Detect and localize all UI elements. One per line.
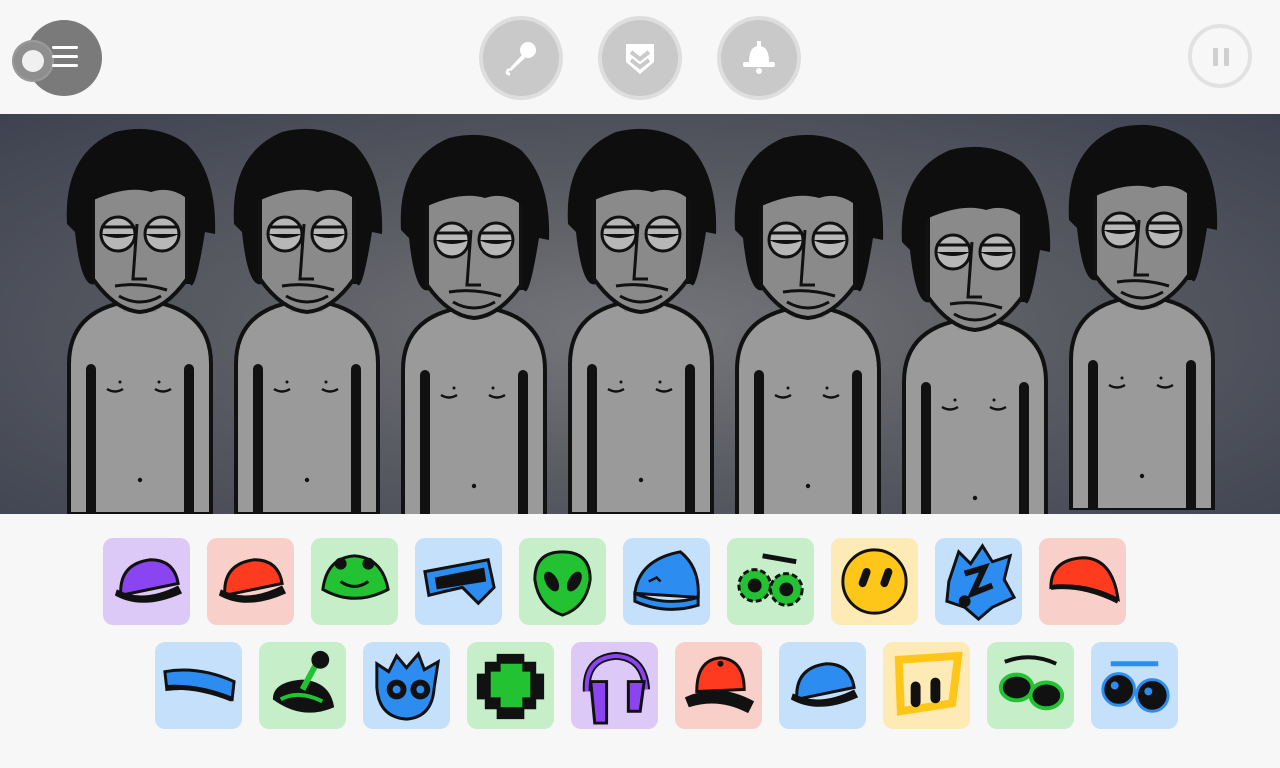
pause-button[interactable]	[1188, 24, 1252, 88]
character-4[interactable]	[556, 114, 726, 514]
stage	[0, 114, 1280, 514]
menu-icon	[52, 46, 78, 68]
row2-tile-4[interactable]	[467, 642, 554, 729]
row1-tile-7[interactable]	[727, 538, 814, 625]
pixel-mask-icon	[476, 653, 545, 720]
row2-tile-10[interactable]	[1091, 642, 1178, 729]
row1-tile-9[interactable]	[935, 538, 1022, 625]
headband-icon	[163, 668, 236, 702]
row1-tile-6[interactable]	[623, 538, 710, 625]
bell-button[interactable]	[721, 20, 797, 96]
row2-tile-1[interactable]	[155, 642, 242, 729]
frog-hat-icon	[321, 554, 390, 600]
row1-tile-5[interactable]	[519, 538, 606, 625]
shield-chevron-icon	[626, 44, 654, 74]
bucket-hat-icon	[684, 656, 755, 714]
row1-tile-10[interactable]	[1039, 538, 1126, 625]
character-5[interactable]	[723, 120, 893, 514]
row2-tile-7[interactable]	[779, 642, 866, 729]
box-mask-icon	[894, 651, 963, 716]
beanie-icon	[633, 550, 700, 611]
character-1[interactable]	[55, 114, 225, 514]
bell-icon	[743, 41, 775, 74]
row2-tile-8[interactable]	[883, 642, 970, 729]
microphone-button[interactable]	[483, 20, 559, 96]
row2-tile-9[interactable]	[987, 642, 1074, 729]
character-6[interactable]	[890, 132, 1060, 514]
character-3[interactable]	[389, 120, 559, 514]
cap-icon	[218, 558, 287, 603]
row2-tile-5[interactable]	[571, 642, 658, 729]
character-7[interactable]	[1057, 114, 1227, 514]
character-2[interactable]	[222, 114, 392, 514]
beret-icon	[1049, 556, 1120, 604]
row1-tile-4[interactable]	[415, 538, 502, 625]
alien-mask-icon	[533, 550, 592, 617]
sound-icon-tray	[0, 514, 1280, 768]
antenna-hat-icon	[272, 650, 335, 713]
visor-icon	[423, 558, 496, 606]
row2-tile-2[interactable]	[259, 642, 346, 729]
toggle-dot-icon[interactable]	[12, 40, 54, 82]
row2-tile-3[interactable]	[363, 642, 450, 729]
row1-tile-1[interactable]	[103, 538, 190, 625]
badge-button[interactable]	[602, 20, 678, 96]
spiky-mask-icon	[945, 543, 1017, 622]
row1-tile-3[interactable]	[311, 538, 398, 625]
round-glasses-icon	[1101, 661, 1170, 713]
monster-mask-icon	[375, 650, 441, 721]
top-bar	[0, 0, 1280, 114]
row1-tile-2[interactable]	[207, 538, 294, 625]
row1-tile-8[interactable]	[831, 538, 918, 625]
smiley-mask-icon	[841, 548, 908, 615]
cap-icon	[114, 558, 183, 603]
pause-icon	[1213, 48, 1218, 66]
goggles-icon	[998, 655, 1065, 711]
row2-tile-6[interactable]	[675, 642, 762, 729]
microphone-icon	[505, 42, 536, 76]
headphones-icon	[582, 651, 651, 725]
cap-icon	[790, 662, 859, 707]
flower-glasses-icon	[737, 553, 804, 607]
